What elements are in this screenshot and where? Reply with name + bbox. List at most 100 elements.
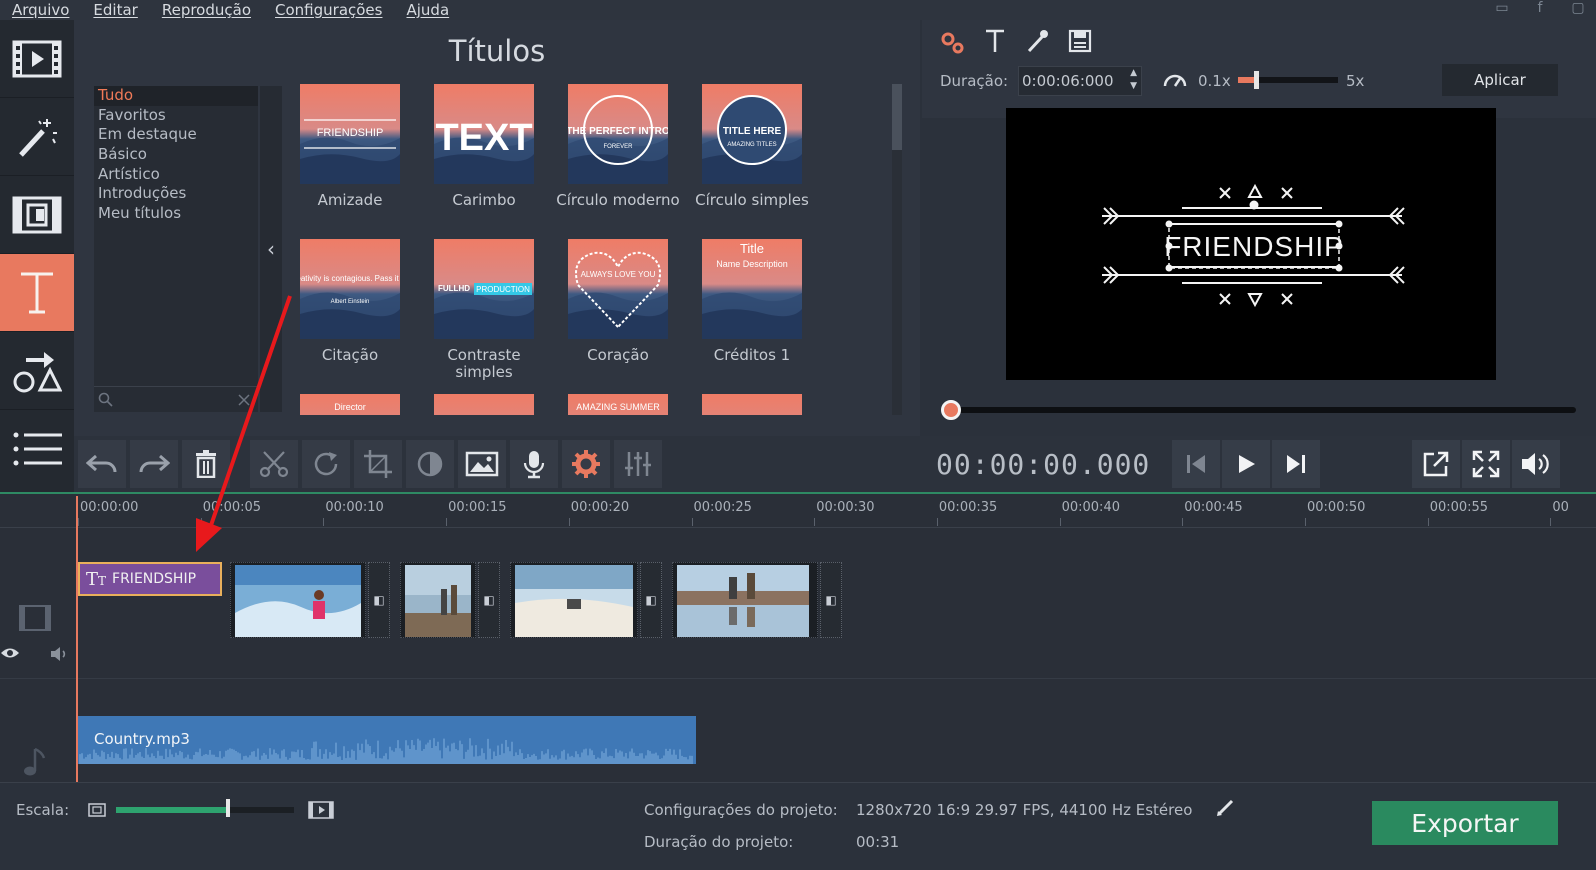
video-preview[interactable]: FRIENDSHIP xyxy=(1006,108,1496,380)
zoom-in-icon[interactable] xyxy=(308,800,334,820)
category-featured[interactable]: Em destaque xyxy=(94,125,258,145)
scale-slider-knob[interactable] xyxy=(226,799,230,817)
menu-reproducao[interactable]: Reprodução xyxy=(162,1,251,19)
category-favorites[interactable]: Favoritos xyxy=(94,106,258,126)
slideshow-button[interactable] xyxy=(458,440,506,488)
collapse-panel-button[interactable]: ‹ xyxy=(260,86,282,412)
title-thumbnail[interactable]: TEXT xyxy=(434,84,534,184)
record-voice-button[interactable] xyxy=(510,440,558,488)
status-bar: Escala: Configurações do projeto: 1280x7… xyxy=(0,782,1596,870)
youtube-icon[interactable]: ▭ xyxy=(1492,0,1512,18)
music-note-icon xyxy=(24,747,46,776)
pencil-icon[interactable] xyxy=(1216,797,1236,817)
undo-button[interactable] xyxy=(78,440,126,488)
detach-preview-button[interactable] xyxy=(1412,440,1460,488)
playhead[interactable] xyxy=(76,496,78,784)
time-ruler[interactable]: 00:00:00 00:00:05 00:00:10 00:00:15 00:00:20… xyxy=(0,494,1596,528)
transition-3[interactable]: ◧ xyxy=(640,562,662,638)
mute-icon[interactable] xyxy=(50,646,70,662)
video-clip-3[interactable] xyxy=(510,562,638,638)
ruler-tick-label: 00:00:15 xyxy=(448,500,507,515)
titles-button[interactable] xyxy=(0,254,74,332)
filters-button[interactable] xyxy=(0,98,74,176)
next-frame-button[interactable] xyxy=(1272,440,1320,488)
transition-1[interactable]: ◧ xyxy=(368,562,390,638)
title-thumbnail[interactable] xyxy=(702,394,802,415)
project-duration-value: 00:31 xyxy=(856,833,900,851)
title-clip[interactable]: TT FRIENDSHIP xyxy=(78,562,222,596)
title-thumbnail[interactable]: AMAZING SUMMER xyxy=(568,394,668,415)
speed-slider-knob[interactable] xyxy=(1254,71,1259,89)
duration-field[interactable]: 0:00:06:000 ▲ ▼ xyxy=(1018,66,1142,96)
timecode-display: 00:00:00.000 xyxy=(936,448,1151,481)
category-intros[interactable]: Introduções xyxy=(94,184,258,204)
redo-button[interactable] xyxy=(130,440,178,488)
title-thumbnail[interactable]: ALWAYS LOVE YOU xyxy=(568,239,668,339)
transition-4[interactable]: ◧ xyxy=(820,562,842,638)
category-search-input[interactable] xyxy=(94,386,258,412)
title-thumbnail[interactable]: THE PERFECT INTRO FOREVER xyxy=(568,84,668,184)
transitions-button[interactable] xyxy=(0,176,74,254)
title-thumbnail[interactable]: FULLHD PRODUCTION xyxy=(434,239,534,339)
title-thumbnail[interactable] xyxy=(434,394,534,415)
play-icon xyxy=(1239,455,1255,473)
titles-scrollbar[interactable] xyxy=(892,84,902,415)
video-clip-2[interactable] xyxy=(400,562,476,638)
previous-frame-button[interactable] xyxy=(1172,440,1220,488)
category-my-titles[interactable]: Meu títulos xyxy=(94,204,258,224)
play-button[interactable] xyxy=(1222,440,1270,488)
export-button[interactable]: Exportar xyxy=(1372,801,1558,845)
cut-button[interactable] xyxy=(250,440,298,488)
video-clip-1[interactable] xyxy=(230,562,366,638)
crop-button[interactable] xyxy=(354,440,402,488)
fullscreen-button[interactable] xyxy=(1462,440,1510,488)
volume-button[interactable] xyxy=(1512,440,1560,488)
title-thumbnail[interactable]: Director xyxy=(300,394,400,415)
transition-2[interactable]: ◧ xyxy=(478,562,500,638)
zoom-out-icon[interactable] xyxy=(88,802,106,818)
more-tools-button[interactable] xyxy=(0,410,74,488)
ruler-tick xyxy=(691,518,693,526)
clip-properties-button[interactable] xyxy=(940,30,966,60)
speed-slider[interactable] xyxy=(1238,71,1338,89)
clip-settings-button[interactable] xyxy=(562,440,610,488)
spinner-icon[interactable]: ▲ ▼ xyxy=(1130,67,1137,93)
thumbnail-subtext: AMAZING TITLES xyxy=(727,142,776,148)
rotate-button[interactable] xyxy=(302,440,350,488)
scale-slider[interactable] xyxy=(116,807,294,813)
video-clip-4[interactable] xyxy=(672,562,818,638)
save-title-button[interactable] xyxy=(1068,28,1092,58)
menu-editar[interactable]: Editar xyxy=(93,1,137,19)
menu-ajuda[interactable]: Ajuda xyxy=(406,1,449,19)
clear-icon[interactable] xyxy=(238,394,250,406)
color-adjust-button[interactable] xyxy=(406,440,454,488)
equalizer-button[interactable] xyxy=(614,440,662,488)
seek-knob[interactable] xyxy=(941,400,961,420)
category-artistic[interactable]: Artístico xyxy=(94,165,258,185)
facebook-icon[interactable]: f xyxy=(1530,0,1550,18)
chat-icon[interactable]: ▢ xyxy=(1568,0,1588,18)
color-picker-button[interactable] xyxy=(1026,28,1050,58)
category-basic[interactable]: Básico xyxy=(94,145,258,165)
menu-arquivo[interactable]: Arquivo xyxy=(12,1,69,19)
transition-icon: ◧ xyxy=(825,593,837,607)
speed-min-label: 0.1x xyxy=(1198,72,1231,90)
category-all[interactable]: Tudo xyxy=(94,86,258,106)
eye-icon[interactable] xyxy=(0,646,20,660)
title-thumbnail-label: Amizade xyxy=(317,191,383,209)
title-thumbnail[interactable]: Title Name Description xyxy=(702,239,802,339)
audio-clip[interactable]: Country.mp3 xyxy=(78,716,696,764)
import-media-button[interactable] xyxy=(0,20,74,98)
title-thumbnail[interactable]: Creativity is contagious. Pass it on. Alb… xyxy=(300,239,400,339)
stickers-button[interactable] xyxy=(0,332,74,410)
delete-button[interactable] xyxy=(182,440,230,488)
title-thumbnail[interactable]: FRIENDSHIP xyxy=(300,84,400,184)
seek-bar[interactable] xyxy=(942,407,1576,413)
title-thumbnail[interactable]: TITLE HERE AMAZING TITLES xyxy=(702,84,802,184)
magic-wand-icon xyxy=(19,118,57,157)
scale-slider-fill xyxy=(116,807,229,813)
text-tool-button[interactable] xyxy=(984,28,1006,58)
scrollbar-handle[interactable] xyxy=(892,84,902,150)
apply-button[interactable]: Aplicar xyxy=(1442,64,1558,96)
menu-configuracoes[interactable]: Configurações xyxy=(275,1,382,19)
